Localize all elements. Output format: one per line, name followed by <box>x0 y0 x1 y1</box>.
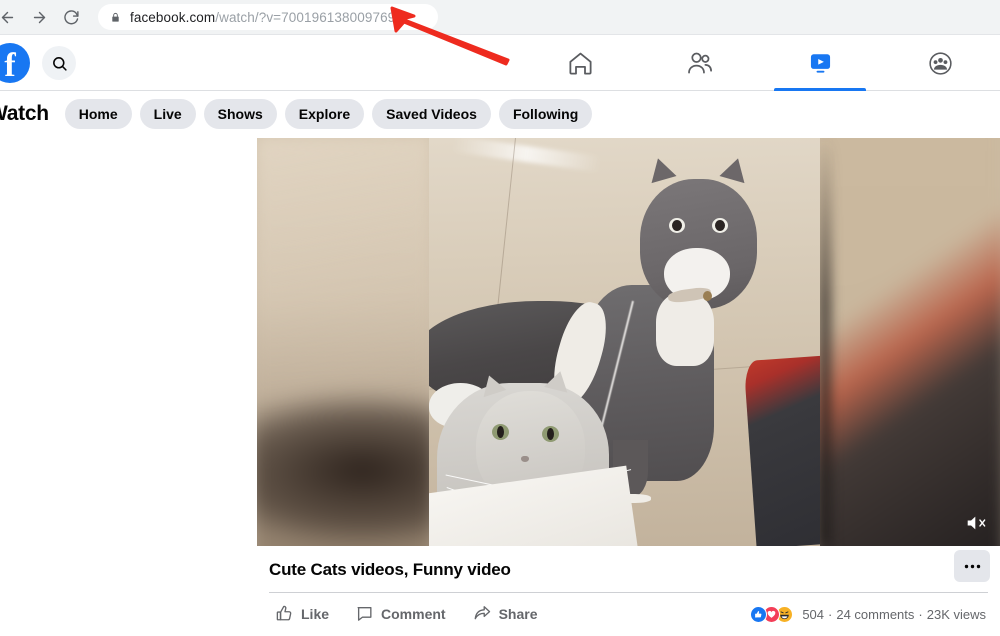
video-backdrop-left-highlight <box>257 138 429 546</box>
share-arrow-icon <box>474 606 490 620</box>
reaction-count: 504 <box>802 607 825 622</box>
post-title: Cute Cats videos, Funny video <box>269 560 511 579</box>
video-post-card: Cute Cats videos, Funny video Like Comme… <box>257 136 1000 636</box>
home-icon <box>568 52 592 75</box>
forward-button[interactable] <box>24 2 54 32</box>
video-backdrop-right-edge <box>820 138 830 546</box>
laugh-glyph <box>778 608 791 621</box>
nav-tab-watch[interactable] <box>760 35 880 91</box>
grey-cat-chest <box>655 293 715 367</box>
watch-header: Watch Home Live Shows Explore Saved Vide… <box>0 91 1000 136</box>
nav-tab-strip <box>520 35 1000 91</box>
silver-cat-eye-left <box>491 423 509 440</box>
nav-tab-home[interactable] <box>520 35 640 91</box>
lock-glyph <box>112 12 119 22</box>
view-count: 23K views <box>926 607 986 622</box>
comment-label: Comment <box>381 605 446 622</box>
grey-cat-eye-left <box>669 217 686 233</box>
chip-live[interactable]: Live <box>139 98 196 129</box>
silver-cat-eye-right <box>542 425 560 442</box>
grey-cat-collar-bell <box>702 291 712 301</box>
browser-toolbar: facebook.com/watch/?v=700196138009769 <box>0 0 1000 35</box>
chip-shows[interactable]: Shows <box>203 98 277 129</box>
url-text: facebook.com/watch/?v=700196138009769 <box>130 10 395 25</box>
reload-icon <box>63 9 79 24</box>
grey-cat-ear-right <box>719 155 751 184</box>
actions-divider <box>269 592 988 593</box>
red-black-bag <box>743 355 820 546</box>
video-backdrop-right <box>811 138 1000 546</box>
chip-explore[interactable]: Explore <box>284 98 365 129</box>
like-label: Like <box>301 605 330 622</box>
video-frame <box>429 138 820 546</box>
post-stats: 504 · 24 comments · 23K views <box>750 606 986 623</box>
thumbs-up-icon <box>276 605 292 621</box>
grey-cat-ear-left <box>645 155 677 184</box>
ellipsis-icon <box>964 564 980 568</box>
stats-separator-2: · <box>918 607 923 622</box>
muted-speaker-icon <box>967 516 986 530</box>
video-icon <box>810 53 830 73</box>
address-bar[interactable]: facebook.com/watch/?v=700196138009769 <box>98 4 438 30</box>
back-arrow-icon <box>1 11 13 23</box>
post-options-button[interactable] <box>954 550 990 582</box>
tile-seam-vertical <box>495 138 517 325</box>
facebook-top-nav: f <box>0 35 1000 91</box>
facebook-logo-letter: f <box>4 47 16 83</box>
search-icon <box>52 56 67 71</box>
reload-button[interactable] <box>56 2 86 32</box>
left-sidebar <box>0 136 257 636</box>
friends-icon <box>688 52 712 74</box>
chip-following[interactable]: Following <box>498 98 593 129</box>
comment-count[interactable]: 24 comments <box>836 607 914 622</box>
nav-tab-friends[interactable] <box>640 35 760 91</box>
share-label: Share <box>498 605 538 622</box>
main-content: Cute Cats videos, Funny video Like Comme… <box>0 136 1000 636</box>
mute-toggle-button[interactable] <box>962 508 992 538</box>
facebook-logo-icon[interactable]: f <box>0 43 30 83</box>
chip-home[interactable]: Home <box>64 98 132 129</box>
thumb-glyph <box>755 611 762 618</box>
forward-arrow-icon <box>33 11 45 23</box>
video-player[interactable] <box>257 138 1000 546</box>
heart-glyph <box>768 610 776 618</box>
url-path: /watch/?v=700196138009769 <box>215 9 396 25</box>
floor-glare <box>452 138 602 173</box>
nav-tab-groups[interactable] <box>880 35 1000 91</box>
lock-icon <box>110 11 121 24</box>
chip-saved-videos[interactable]: Saved Videos <box>372 98 491 129</box>
reaction-icons[interactable] <box>750 606 794 623</box>
grey-cat-eye-right <box>712 217 729 233</box>
like-button[interactable]: Like <box>275 604 329 623</box>
back-button[interactable] <box>0 2 22 32</box>
post-action-bar: Like Comment Share <box>275 604 538 623</box>
groups-icon <box>928 51 952 75</box>
share-button[interactable]: Share <box>472 604 538 623</box>
comment-bubble-icon <box>357 606 372 621</box>
page-title: Watch <box>0 101 49 125</box>
browser-nav-buttons <box>0 2 86 32</box>
watch-filter-chips: Home Live Shows Explore Saved Videos Fol… <box>64 98 593 129</box>
stats-separator-1: · <box>828 607 833 622</box>
comment-button[interactable]: Comment <box>355 604 446 623</box>
search-button[interactable] <box>42 46 76 80</box>
url-host: facebook.com <box>130 9 216 25</box>
